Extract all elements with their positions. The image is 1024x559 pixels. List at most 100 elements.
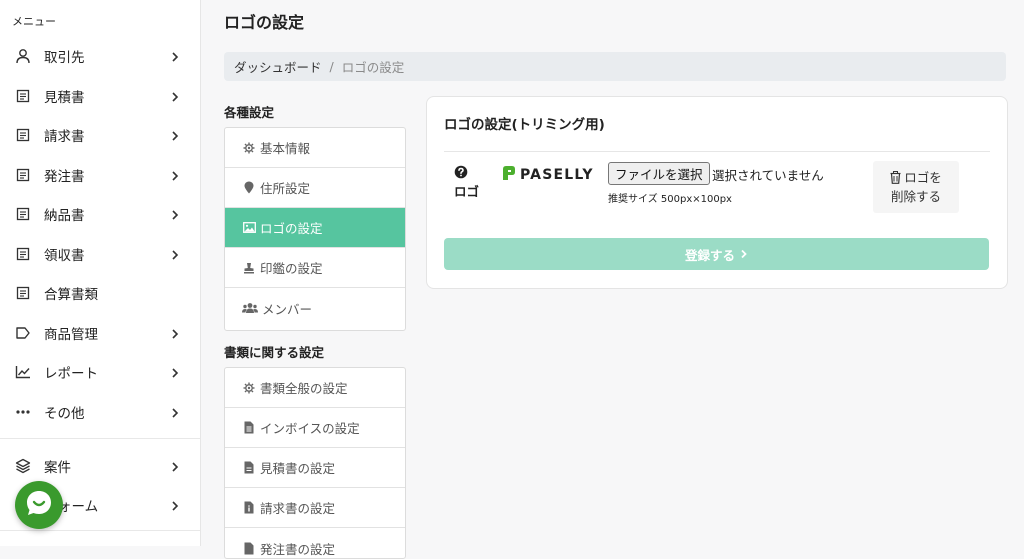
document-icon [14,284,32,302]
person-icon [14,47,32,65]
register-button[interactable]: 登録する [444,238,989,270]
settings-item-documents-general[interactable]: 書類全般の設定 [225,368,405,408]
document-settings-list: 書類全般の設定 インボイスの設定 見積書の設定 請求書の設定 発注書の設定 [224,367,406,559]
current-logo-preview: PASELLY [502,165,594,185]
settings-item-label: メンバー [262,301,313,317]
document-icon [14,245,32,263]
sidebar-item-label: 納品書 [44,208,85,224]
map-pin-icon [242,181,256,195]
general-settings-heading: 各種設定 [224,105,275,120]
card-title: ロゴの設定(トリミング用) [444,117,605,133]
settings-item-invoice[interactable]: 請求書の設定 [225,488,405,528]
delete-button-label-line2: 削除する [890,189,941,204]
sidebar-item-label: 取引先 [44,50,85,66]
settings-item-stamp[interactable]: 印鑑の設定 [225,248,405,288]
sidebar-divider [0,530,200,531]
settings-item-label: 住所設定 [260,181,311,196]
sidebar-item-label: 請求書 [44,129,85,145]
file-status-text: 選択されていません [712,168,824,183]
ellipsis-icon [14,403,32,421]
document-icon [14,166,32,184]
settings-item-label: 見積書の設定 [260,461,336,476]
document-icon [14,87,32,105]
sidebar-item-label: レポート [44,366,98,382]
gear-icon [242,381,256,395]
image-icon [242,221,256,235]
recommended-size-hint: 推奨サイズ 500px×100px [608,194,732,205]
sidebar-item-label: 見積書 [44,90,85,106]
settings-item-label: 印鑑の設定 [260,261,323,276]
chevron-right-icon [740,249,748,259]
sidebar-item-invoices[interactable]: 請求書 [0,115,200,155]
chevron-right-icon [168,326,182,340]
breadcrumb-separator: / [329,59,334,74]
sidebar-item-quotes[interactable]: 見積書 [0,76,200,116]
chevron-right-icon [168,459,182,473]
menu-title: メニュー [12,15,56,28]
sidebar-divider [0,438,200,439]
delete-logo-button[interactable]: ロゴを 削除する [873,161,959,213]
choose-file-button[interactable]: ファイルを選択 [608,162,710,185]
settings-item-invoice-system[interactable]: インボイスの設定 [225,408,405,448]
document-settings-heading: 書類に関する設定 [224,345,325,360]
breadcrumb-current: ロゴの設定 [341,60,405,75]
general-settings-list: 基本情報 住所設定 ロゴの設定 印鑑の設定 メンバー [224,127,406,331]
settings-item-basic-info[interactable]: 基本情報 [225,128,405,168]
sidebar-item-label: 発注書 [44,169,85,185]
question-circle-icon[interactable] [454,164,468,179]
settings-item-logo[interactable]: ロゴの設定 [225,208,405,248]
settings-item-label: インボイスの設定 [260,421,360,436]
trash-icon [890,171,901,184]
sidebar-item-products[interactable]: 商品管理 [0,313,200,353]
file-icon [242,541,256,555]
sidebar-item-combined-docs[interactable]: 合算書類 [0,273,200,313]
chevron-right-icon [168,247,182,261]
sidebar-item-label: その他 [44,406,85,422]
document-icon [14,205,32,223]
document-icon [14,126,32,144]
brand-name: PASELLY [520,167,594,183]
sidebar-item-purchase-orders[interactable]: 発注書 [0,155,200,195]
sidebar-item-label: 案件 [44,460,71,476]
chevron-right-icon [168,168,182,182]
sidebar-item-other[interactable]: その他 [0,392,200,432]
sidebar-item-clients[interactable]: 取引先 [0,36,200,76]
page-title: ロゴの設定 [224,13,305,32]
register-button-label: 登録する [684,247,735,263]
chevron-right-icon [168,207,182,221]
breadcrumb-home-link[interactable]: ダッシュボード [234,57,322,76]
sidebar-item-receipts[interactable]: 領収書 [0,234,200,274]
card-divider [444,151,990,152]
settings-item-address[interactable]: 住所設定 [225,168,405,208]
chevron-right-icon [168,498,182,512]
sidebar-item-label: 合算書類 [44,287,98,303]
file-icon [242,461,256,475]
gear-icon [242,141,256,155]
file-info-icon [242,501,256,515]
chevron-right-icon [168,89,182,103]
logo-settings-card: ロゴの設定(トリミング用) ロゴ PASELLY ファイルを選択 選択されていま… [426,96,1008,289]
paselly-logo-icon [502,165,516,185]
breadcrumb: ダッシュボード / ロゴの設定 [224,52,1006,81]
sidebar-item-label: 商品管理 [44,327,98,343]
settings-item-purchase-order[interactable]: 発注書の設定 [225,528,405,558]
settings-item-quote[interactable]: 見積書の設定 [225,448,405,488]
sidebar: メニュー 取引先 見積書 請求書 発注書 納品書 領収書 合算書類 商品管理 レ… [0,0,201,546]
chevron-right-icon [168,365,182,379]
chat-button[interactable] [15,481,63,529]
tag-icon [14,324,32,342]
logo-field-label: ロゴ [454,184,480,199]
delete-button-label-line1: ロゴを [904,170,942,185]
sidebar-item-reports[interactable]: レポート [0,352,200,392]
settings-item-label: 基本情報 [260,141,311,156]
chevron-right-icon [168,405,182,419]
sidebar-item-label: ォーム [58,499,99,515]
layers-icon [14,457,32,475]
settings-item-members[interactable]: メンバー [225,288,405,328]
sidebar-item-delivery-notes[interactable]: 納品書 [0,194,200,234]
users-icon [242,301,258,315]
settings-item-label: 書類全般の設定 [260,381,348,396]
sidebar-item-label: 領収書 [44,248,85,264]
chevron-right-icon [168,128,182,142]
sidebar-item-projects[interactable]: 案件 [0,446,200,486]
